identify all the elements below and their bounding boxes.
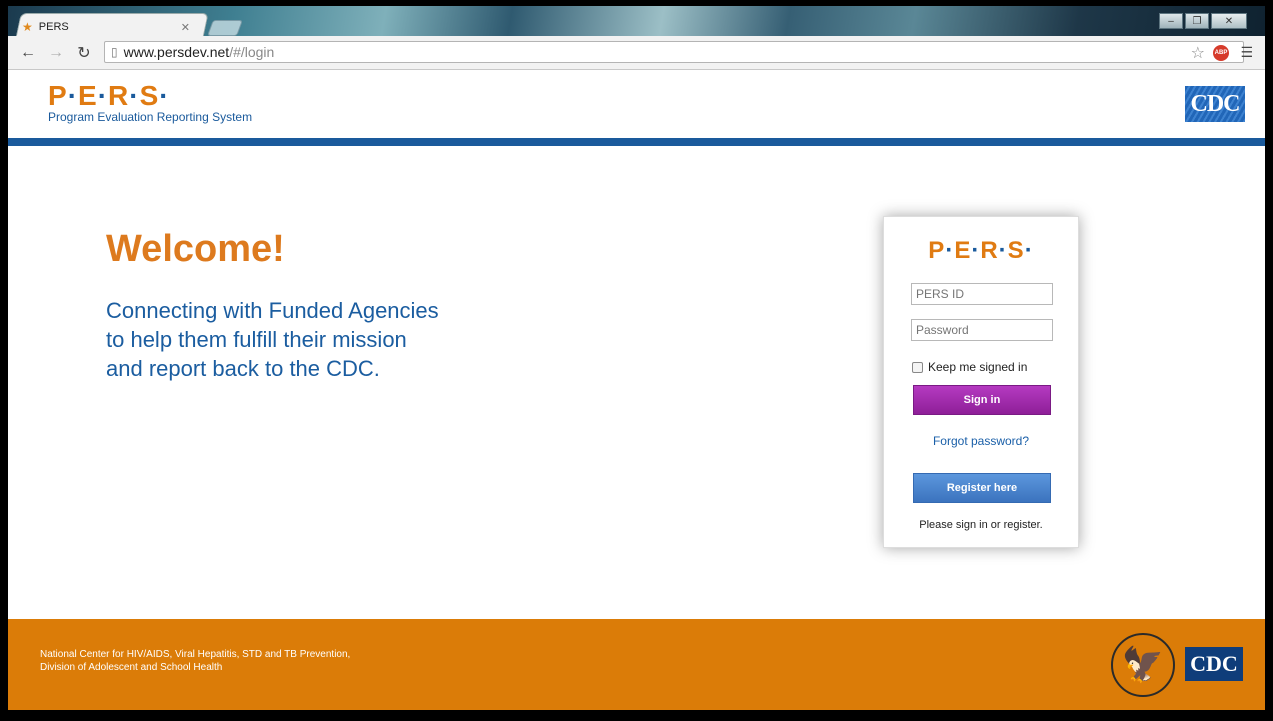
cdc-logo[interactable]: CDC [1185, 86, 1245, 122]
star-icon: ★ [22, 20, 33, 34]
tagline-line: to help them fulfill their mission [106, 327, 407, 352]
password-input[interactable] [911, 319, 1053, 341]
register-button[interactable]: Register here [913, 473, 1051, 503]
page-icon: ▯ [111, 45, 118, 59]
back-icon[interactable]: ← [20, 44, 36, 62]
hhs-seal-icon: 🦅 [1111, 633, 1175, 697]
logo-subtitle: Program Evaluation Reporting System [48, 110, 253, 124]
tab-title: PERS [38, 21, 69, 33]
pers-logo[interactable]: P·E·R·S· [48, 80, 170, 112]
pers-id-input[interactable] [911, 283, 1053, 305]
tab-content: ★ PERS ✕ [22, 16, 200, 38]
tagline-line: and report back to the CDC. [106, 356, 380, 381]
new-tab-button[interactable] [207, 20, 243, 36]
login-prompt: Please sign in or register. [919, 519, 1043, 531]
header-divider [8, 138, 1265, 146]
menu-icon[interactable]: ☰ [1240, 44, 1253, 61]
footer-line-1: National Center for HIV/AIDS, Viral Hepa… [40, 649, 351, 660]
url-path: /#/login [229, 44, 275, 60]
minimize-button[interactable]: – [1159, 13, 1183, 29]
remember-checkbox[interactable] [912, 361, 923, 373]
site-header: P·E·R·S· Program Evaluation Reporting Sy… [8, 70, 1265, 138]
bookmark-star-icon[interactable]: ☆ [1191, 43, 1205, 63]
adblock-icon[interactable]: ABP [1213, 45, 1229, 61]
url-host: www.persdev.net [123, 44, 230, 60]
sign-in-button[interactable]: Sign in [913, 385, 1051, 415]
maximize-button[interactable]: ❐ [1185, 13, 1209, 29]
close-tab-icon[interactable]: ✕ [181, 21, 190, 34]
card-logo: P·E·R·S· [928, 237, 1034, 264]
forgot-password-link[interactable]: Forgot password? [884, 434, 1078, 448]
forward-icon[interactable]: → [48, 44, 64, 62]
browser-toolbar: ← → ↻ ▯ www.persdev.net /#/login ☆ ABP ☰ [8, 36, 1265, 70]
welcome-title: Welcome! [106, 228, 285, 270]
title-bar: ★ PERS ✕ – ❐ ✕ [8, 6, 1265, 39]
footer-line-2: Division of Adolescent and School Health [40, 662, 223, 673]
address-bar[interactable]: ▯ www.persdev.net /#/login [104, 41, 1244, 63]
remember-label: Keep me signed in [928, 360, 1028, 374]
tagline: Connecting with Funded Agencies to help … [106, 296, 566, 383]
remember-me[interactable]: Keep me signed in [912, 360, 1027, 374]
reload-icon[interactable]: ↻ [76, 43, 92, 63]
footer-cdc-logo: CDC [1185, 647, 1243, 681]
site-footer: National Center for HIV/AIDS, Viral Hepa… [8, 619, 1265, 710]
page-viewport: P·E·R·S· Program Evaluation Reporting Sy… [8, 70, 1265, 710]
browser-window: ★ PERS ✕ – ❐ ✕ ← → ↻ ▯ www.persdev.net /… [0, 0, 1273, 721]
login-card: P·E·R·S· Keep me signed in Sign in Forgo… [883, 216, 1079, 548]
tagline-line: Connecting with Funded Agencies [106, 298, 439, 323]
close-window-button[interactable]: ✕ [1211, 13, 1247, 29]
window-controls: – ❐ ✕ [1159, 13, 1247, 29]
